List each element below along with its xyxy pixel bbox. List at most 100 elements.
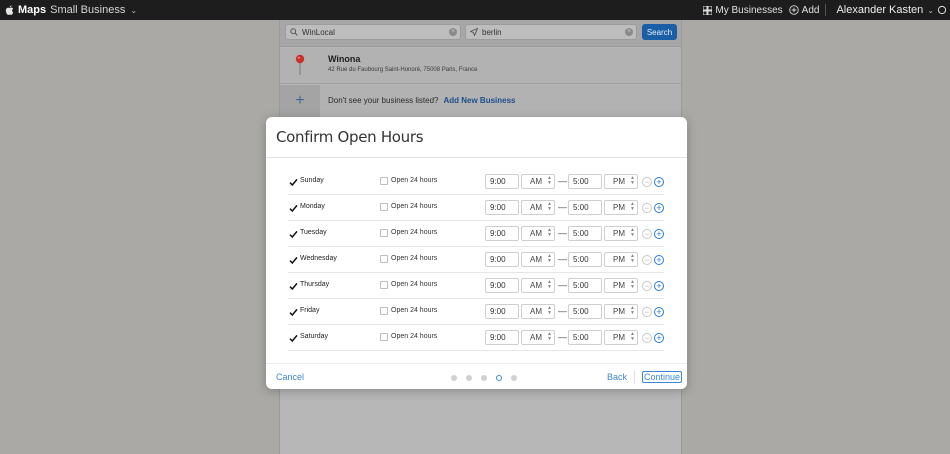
updown-chevron-icon: ▲ ▼ xyxy=(630,305,635,316)
open-ampm-select[interactable]: AM ▲ ▼ xyxy=(521,226,555,241)
close-ampm-select[interactable]: PM ▲ ▼ xyxy=(604,226,638,241)
add-hours-icon[interactable]: + xyxy=(654,255,664,265)
open-ampm-select[interactable]: AM ▲ ▼ xyxy=(521,174,555,189)
updown-chevron-icon: ▲ ▼ xyxy=(547,201,552,212)
day-checkbox[interactable] xyxy=(289,308,298,317)
open-ampm-value: AM xyxy=(530,281,542,290)
updown-chevron-icon: ▲ ▼ xyxy=(630,201,635,212)
updown-chevron-icon: ▲ ▼ xyxy=(630,331,635,342)
time-range-dash: — xyxy=(558,280,567,290)
time-range-dash: — xyxy=(558,306,567,316)
dialog-footer-divider xyxy=(266,363,687,364)
chevron-down-icon: ⌄ xyxy=(130,5,138,15)
close-time-input[interactable]: 5:00 xyxy=(568,330,602,345)
time-range-dash: — xyxy=(558,254,567,264)
close-time-input[interactable]: 5:00 xyxy=(568,226,602,241)
continue-button[interactable]: Continue xyxy=(642,371,683,383)
open-time-input[interactable]: 9:00 xyxy=(485,200,519,215)
open-24-hours-checkbox[interactable] xyxy=(380,307,388,315)
back-button[interactable]: Back xyxy=(607,372,627,382)
close-time-input[interactable]: 5:00 xyxy=(568,304,602,319)
account-menu[interactable]: Alexander Kasten ⌄ xyxy=(832,4,946,16)
time-range-dash: — xyxy=(558,228,567,238)
step-dot xyxy=(481,375,487,381)
add-hours-icon[interactable]: + xyxy=(654,281,664,291)
business-search-input[interactable]: WinLocal × xyxy=(285,24,461,40)
close-ampm-select[interactable]: PM ▲ ▼ xyxy=(604,252,638,267)
search-icon xyxy=(290,28,298,36)
day-row: Wednesday Open 24 hours 9:00 AM ▲ ▼ —5:00 PM ▲ ▼ −… xyxy=(288,247,664,273)
open-time-input[interactable]: 9:00 xyxy=(485,304,519,319)
step-indicator xyxy=(451,375,517,381)
open-24-hours-checkbox[interactable] xyxy=(380,255,388,263)
open-ampm-select[interactable]: AM ▲ ▼ xyxy=(521,200,555,215)
business-name: Winona xyxy=(328,54,361,64)
remove-hours-icon[interactable]: − xyxy=(642,255,652,265)
close-time-input[interactable]: 5:00 xyxy=(568,252,602,267)
business-search-value: WinLocal xyxy=(302,27,335,37)
open-ampm-select[interactable]: AM ▲ ▼ xyxy=(521,278,555,293)
day-label: Wednesday xyxy=(300,255,337,262)
remove-hours-icon[interactable]: − xyxy=(642,333,652,343)
time-range-dash: — xyxy=(558,202,567,212)
close-ampm-select[interactable]: PM ▲ ▼ xyxy=(604,278,638,293)
dialog-header-divider xyxy=(266,157,687,158)
open-24-hours-checkbox[interactable] xyxy=(380,177,388,185)
close-ampm-select[interactable]: PM ▲ ▼ xyxy=(604,304,638,319)
add-label: Add xyxy=(801,4,820,16)
updown-chevron-icon: ▲ ▼ xyxy=(547,305,552,316)
location-arrow-icon xyxy=(470,28,478,36)
day-checkbox[interactable] xyxy=(289,178,298,187)
open-time-input[interactable]: 9:00 xyxy=(485,252,519,267)
open-24-hours-checkbox[interactable] xyxy=(380,281,388,289)
add-hours-icon[interactable]: + xyxy=(654,229,664,239)
remove-hours-icon[interactable]: − xyxy=(642,307,652,317)
add-hours-icon[interactable]: + xyxy=(654,203,664,213)
add-hours-icon[interactable]: + xyxy=(654,333,664,343)
open-time-input[interactable]: 9:00 xyxy=(485,226,519,241)
my-businesses-link[interactable]: My Businesses xyxy=(703,5,783,16)
close-ampm-select[interactable]: PM ▲ ▼ xyxy=(604,200,638,215)
add-hours-icon[interactable]: + xyxy=(654,177,664,187)
day-checkbox[interactable] xyxy=(289,334,298,343)
business-address: 42 Rue du Faubourg Saint-Honoré, 75008 P… xyxy=(328,67,478,73)
open-time-input[interactable]: 9:00 xyxy=(485,174,519,189)
close-ampm-select[interactable]: PM ▲ ▼ xyxy=(604,330,638,345)
open-ampm-select[interactable]: AM ▲ ▼ xyxy=(521,330,555,345)
clear-icon[interactable]: × xyxy=(449,28,457,36)
search-button[interactable]: Search xyxy=(642,24,677,40)
open-time-input[interactable]: 9:00 xyxy=(485,330,519,345)
day-checkbox[interactable] xyxy=(289,256,298,265)
remove-hours-icon[interactable]: − xyxy=(642,229,652,239)
clear-icon[interactable]: × xyxy=(625,28,633,36)
day-checkbox[interactable] xyxy=(289,204,298,213)
cancel-button[interactable]: Cancel xyxy=(276,372,304,382)
day-checkbox[interactable] xyxy=(289,230,298,239)
open-time-input[interactable]: 9:00 xyxy=(485,278,519,293)
add-hours-icon[interactable]: + xyxy=(654,307,664,317)
close-ampm-select[interactable]: PM ▲ ▼ xyxy=(604,174,638,189)
location-search-input[interactable]: berlin × xyxy=(465,24,637,40)
day-checkbox[interactable] xyxy=(289,282,298,291)
add-new-business-link[interactable]: Add New Business xyxy=(443,96,515,105)
day-row: Sunday Open 24 hours 9:00 AM ▲ ▼ —5:00 PM ▲ ▼ − + xyxy=(288,169,664,195)
remove-hours-icon[interactable]: − xyxy=(642,203,652,213)
business-result-row[interactable]: Winona 42 Rue du Faubourg Saint-Honoré, … xyxy=(280,48,681,84)
close-time-input[interactable]: 5:00 xyxy=(568,200,602,215)
user-name: Alexander Kasten xyxy=(836,4,924,16)
step-dot xyxy=(466,375,472,381)
remove-hours-icon[interactable]: − xyxy=(642,177,652,187)
close-time-input[interactable]: 5:00 xyxy=(568,278,602,293)
open-24-hours-checkbox[interactable] xyxy=(380,333,388,341)
add-link[interactable]: Add xyxy=(788,4,820,16)
plus-icon[interactable]: + xyxy=(280,85,320,117)
open-24-hours-checkbox[interactable] xyxy=(380,203,388,211)
open-24-hours-checkbox[interactable] xyxy=(380,229,388,237)
brand-subtitle: Small Business xyxy=(50,4,126,16)
open-ampm-select[interactable]: AM ▲ ▼ xyxy=(521,252,555,267)
open-ampm-select[interactable]: AM ▲ ▼ xyxy=(521,304,555,319)
brand-menu[interactable]: Maps Small Business ⌄ xyxy=(0,4,137,16)
remove-hours-icon[interactable]: − xyxy=(642,281,652,291)
day-label: Sunday xyxy=(300,177,324,184)
close-time-input[interactable]: 5:00 xyxy=(568,174,602,189)
